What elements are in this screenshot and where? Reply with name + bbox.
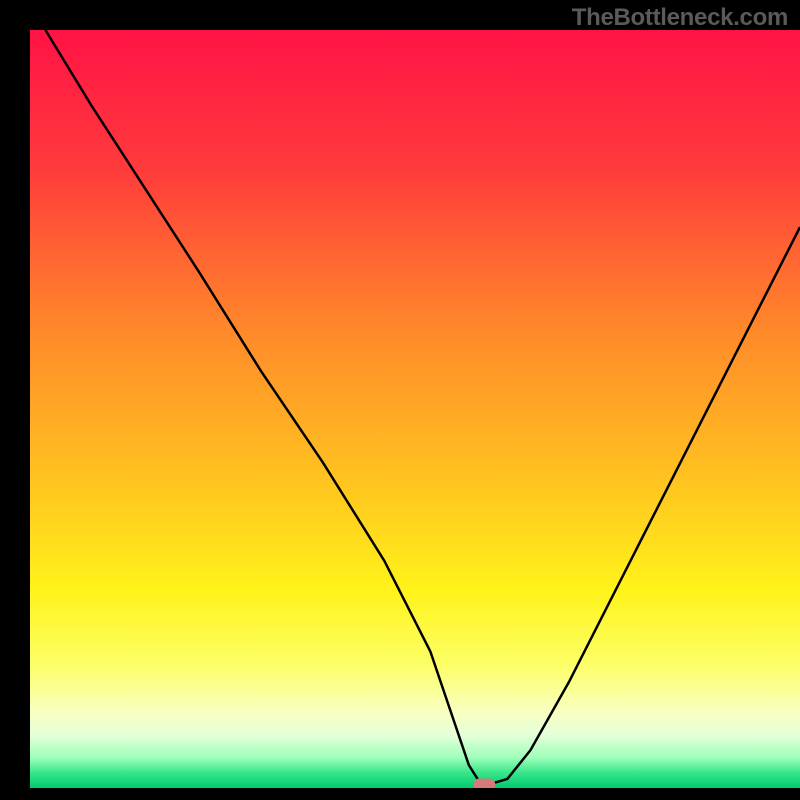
frame-bottom: [0, 788, 800, 800]
watermark-label: TheBottleneck.com: [572, 4, 788, 32]
gradient-background: [30, 30, 800, 788]
frame-left: [0, 0, 30, 800]
bottleneck-chart: TheBottleneck.com: [0, 0, 800, 800]
chart-svg: [0, 0, 800, 800]
